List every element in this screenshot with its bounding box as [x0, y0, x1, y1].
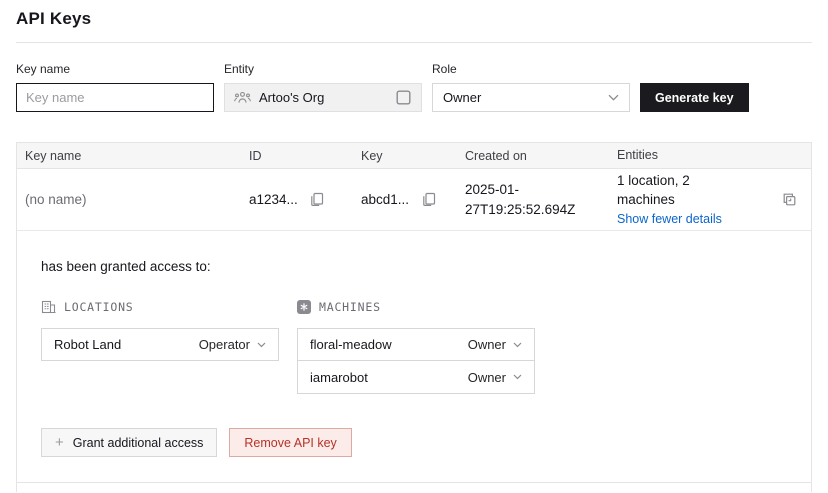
role-field: Role Owner [432, 62, 630, 112]
key-name-field: Key name [16, 62, 214, 112]
machines-heading-label: MACHINES [319, 300, 381, 314]
api-keys-table: Key name ID Key Created on Entities (no … [16, 142, 812, 483]
api-keys-page: API Keys Key name Entity Artoo's Org [0, 0, 828, 493]
locations-section: LOCATIONS Robot Land Operator [41, 300, 279, 394]
people-group-icon [234, 91, 251, 104]
machine-role-select[interactable]: Owner [468, 370, 522, 385]
duplicate-key-icon[interactable] [780, 191, 798, 209]
machine-name: floral-meadow [310, 337, 392, 352]
locations-heading: LOCATIONS [41, 300, 279, 314]
machine-access-row: floral-meadow Owner [297, 328, 535, 361]
org-badge-icon [394, 89, 412, 107]
machine-role-value: Owner [468, 370, 506, 385]
remove-api-key-button[interactable]: Remove API key [229, 428, 351, 457]
role-selected-value: Owner [443, 90, 481, 105]
role-label: Role [432, 62, 630, 76]
key-value: abcd1... [361, 192, 409, 207]
cell-key-name: (no name) [17, 192, 249, 207]
header-key: Key [361, 149, 465, 163]
header-created-on: Created on [465, 146, 617, 166]
machine-access-row: iamarobot Owner [297, 361, 535, 394]
machine-name: iamarobot [310, 370, 368, 385]
chevron-down-icon [257, 342, 266, 348]
chevron-down-icon [513, 374, 522, 380]
cell-key: abcd1... [361, 191, 465, 209]
copy-key-icon[interactable] [419, 191, 437, 209]
machine-role-select[interactable]: Owner [468, 337, 522, 352]
panel-actions: + Grant additional access Remove API key [41, 428, 787, 457]
grant-additional-access-button[interactable]: + Grant additional access [41, 428, 217, 457]
table-header-row: Key name ID Key Created on Entities [17, 142, 811, 169]
show-fewer-details-link[interactable]: Show fewer details [617, 210, 722, 229]
header-id: ID [249, 149, 361, 163]
entity-label: Entity [224, 62, 422, 76]
cell-actions [769, 191, 811, 209]
chevron-down-icon [513, 342, 522, 348]
id-value: a1234... [249, 192, 298, 207]
locations-heading-label: LOCATIONS [64, 300, 134, 314]
entity-value: Artoo's Org [259, 90, 324, 105]
header-key-name: Key name [17, 149, 249, 163]
plus-icon: + [55, 435, 64, 450]
location-role-value: Operator [199, 337, 250, 352]
building-icon [41, 300, 56, 314]
location-role-select[interactable]: Operator [199, 337, 266, 352]
entity-field: Entity Artoo's Org [224, 62, 422, 112]
table-row: (no name) a1234... abcd1... [17, 169, 811, 231]
machine-role-value: Owner [468, 337, 506, 352]
cell-id: a1234... [249, 191, 361, 209]
key-name-input[interactable] [16, 83, 214, 112]
next-row-strip [16, 482, 812, 492]
location-name: Robot Land [54, 337, 121, 352]
location-access-row: Robot Land Operator [41, 328, 279, 361]
machines-section: MACHINES floral-meadow Owner [297, 300, 535, 394]
entities-summary: 1 location, 2 machines [617, 173, 690, 207]
generate-key-button[interactable]: Generate key [640, 83, 749, 112]
key-name-label: Key name [16, 62, 214, 76]
title-divider [16, 42, 812, 43]
copy-id-icon[interactable] [308, 191, 326, 209]
access-intro-text: has been granted access to: [41, 259, 787, 274]
header-entities: Entities [617, 146, 769, 165]
page-title: API Keys [16, 9, 91, 29]
key-details-panel: has been granted access to: LOCATIONS [17, 231, 811, 483]
create-key-form: Key name Entity Artoo's Org [16, 62, 812, 112]
entity-value-box[interactable]: Artoo's Org [224, 83, 422, 112]
machines-heading: MACHINES [297, 300, 535, 314]
access-sections: LOCATIONS Robot Land Operator [41, 300, 787, 394]
machine-icon [297, 300, 311, 314]
cell-entities: 1 location, 2 machines Show fewer detail… [617, 171, 769, 229]
grant-additional-access-label: Grant additional access [73, 436, 204, 450]
role-select[interactable]: Owner [432, 83, 630, 112]
cell-created-on: 2025-01-27T19:25:52.694Z [465, 180, 617, 220]
chevron-down-icon [608, 94, 619, 101]
